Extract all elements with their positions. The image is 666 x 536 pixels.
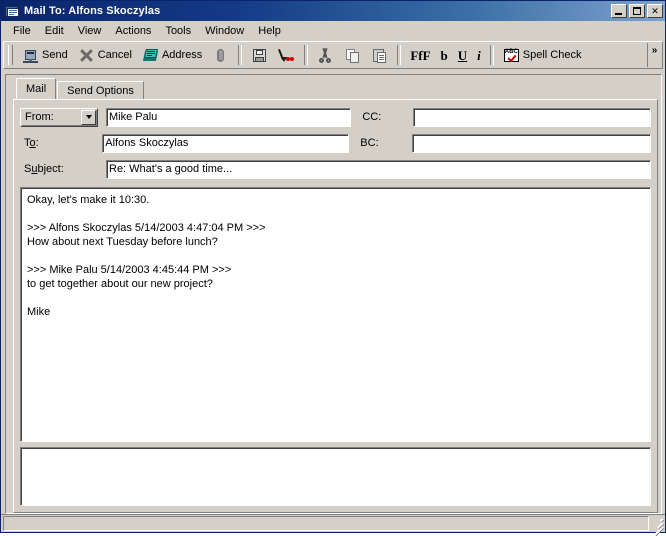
toolbar-container: Send Cancel Address FfF b U i ABC Spell … <box>1 41 665 71</box>
chevron-down-icon[interactable] <box>81 109 96 125</box>
attachment-pane[interactable] <box>20 447 651 506</box>
scissors-cut-icon <box>317 47 334 64</box>
address-book-icon <box>142 47 159 64</box>
font-button[interactable]: FfF <box>405 43 435 67</box>
toolbar-separator <box>489 45 494 65</box>
menu-item-actions[interactable]: Actions <box>108 23 158 39</box>
toolbar: Send Cancel Address FfF b U i ABC Spell … <box>3 41 663 69</box>
cancel-button-label: Cancel <box>97 49 132 61</box>
from-cc-row: From: Mike Palu CC: <box>20 106 651 128</box>
toolbar-grip[interactable] <box>8 45 13 65</box>
menu-bar: File Edit View Actions Tools Window Help <box>1 21 665 41</box>
subject-label: Subject: <box>24 163 64 175</box>
to-label: To: <box>24 137 39 149</box>
bc-label: BC: <box>360 137 379 149</box>
floppy-save-icon <box>251 47 268 64</box>
title-bar: Mail To: Alfons Skoczylas ✕ <box>1 1 665 21</box>
from-input[interactable]: Mike Palu <box>106 107 352 127</box>
spell-check-label: Spell Check <box>522 49 582 61</box>
client-inner: Mail Send Options From: Mike Palu CC: To… <box>5 74 662 514</box>
address-button[interactable]: Address <box>137 43 207 67</box>
from-select-label: From: <box>25 111 54 123</box>
toolbar-separator <box>397 45 402 65</box>
tab-mail-label: Mail <box>26 83 47 95</box>
menu-item-help[interactable]: Help <box>251 23 288 39</box>
cut-button[interactable] <box>312 43 339 67</box>
menu-item-file[interactable]: File <box>6 23 38 39</box>
tab-send-options[interactable]: Send Options <box>57 81 144 99</box>
client-area: Mail Send Options From: Mike Palu CC: To… <box>1 71 665 514</box>
status-text <box>3 516 649 531</box>
save-as-button[interactable] <box>273 43 300 67</box>
mail-tab-panel: From: Mike Palu CC: To: Alfons Skoczylas… <box>13 99 658 513</box>
cancel-button[interactable]: Cancel <box>73 43 137 67</box>
toolbar-overflow-button[interactable]: » <box>647 43 661 67</box>
compose-panel: Mail Send Options From: Mike Palu CC: To… <box>6 75 661 513</box>
paperclip-icon <box>212 47 229 64</box>
copy-button[interactable] <box>339 43 366 67</box>
subject-row: Subject: Re: What's a good time... <box>20 158 651 180</box>
menu-item-tools[interactable]: Tools <box>158 23 198 39</box>
tab-strip: Mail Send Options <box>13 77 661 99</box>
toolbar-separator <box>304 45 309 65</box>
italic-button[interactable]: i <box>472 43 486 67</box>
message-body-textarea[interactable]: Okay, let's make it 10:30. >>> Alfons Sk… <box>20 187 651 442</box>
close-icon: ✕ <box>651 5 659 16</box>
spell-check-icon: ABC <box>503 47 520 64</box>
cc-label: CC: <box>362 111 382 123</box>
to-input[interactable]: Alfons Skoczylas <box>102 133 350 153</box>
tab-send-options-label: Send Options <box>67 84 134 97</box>
subject-input[interactable]: Re: What's a good time... <box>106 159 651 179</box>
bold-button[interactable]: b <box>436 43 453 67</box>
mail-compose-window: Mail To: Alfons Skoczylas ✕ File Edit Vi… <box>0 0 666 536</box>
underline-button[interactable]: U <box>453 43 472 67</box>
attach-button[interactable] <box>207 43 234 67</box>
italic-icon: i <box>477 47 481 63</box>
underline-icon: U <box>457 47 468 63</box>
menu-item-edit[interactable]: Edit <box>38 23 71 39</box>
resize-grip[interactable] <box>650 517 665 536</box>
toolbar-separator <box>238 45 243 65</box>
bold-icon: b <box>440 47 448 63</box>
close-button[interactable]: ✕ <box>647 4 663 18</box>
paste-icon <box>371 47 388 64</box>
window-controls: ✕ <box>611 4 663 18</box>
copy-icon <box>344 47 361 64</box>
mail-envelope-icon <box>4 4 20 19</box>
cancel-x-icon <box>78 47 95 64</box>
paste-button[interactable] <box>366 43 393 67</box>
from-select[interactable]: From: <box>20 107 98 127</box>
save-as-icon <box>278 47 295 64</box>
send-mailbox-icon <box>22 47 39 64</box>
menu-item-window[interactable]: Window <box>198 23 251 39</box>
font-icon: FfF <box>410 47 431 63</box>
bc-input[interactable] <box>411 133 652 153</box>
menu-item-view[interactable]: View <box>71 23 109 39</box>
window-title: Mail To: Alfons Skoczylas <box>24 5 161 17</box>
spell-check-button[interactable]: ABC Spell Check <box>498 43 587 67</box>
status-bar <box>1 514 665 536</box>
send-button[interactable]: Send <box>17 43 73 67</box>
address-button-label: Address <box>161 49 203 61</box>
maximize-button[interactable] <box>629 4 645 18</box>
header-fields: From: Mike Palu CC: To: Alfons Skoczylas… <box>20 106 652 184</box>
save-button[interactable] <box>246 43 273 67</box>
tab-mail[interactable]: Mail <box>16 78 57 99</box>
send-button-label: Send <box>42 49 68 61</box>
cc-input[interactable] <box>413 107 651 127</box>
minimize-button[interactable] <box>611 4 627 18</box>
to-bc-row: To: Alfons Skoczylas BC: <box>20 132 652 154</box>
